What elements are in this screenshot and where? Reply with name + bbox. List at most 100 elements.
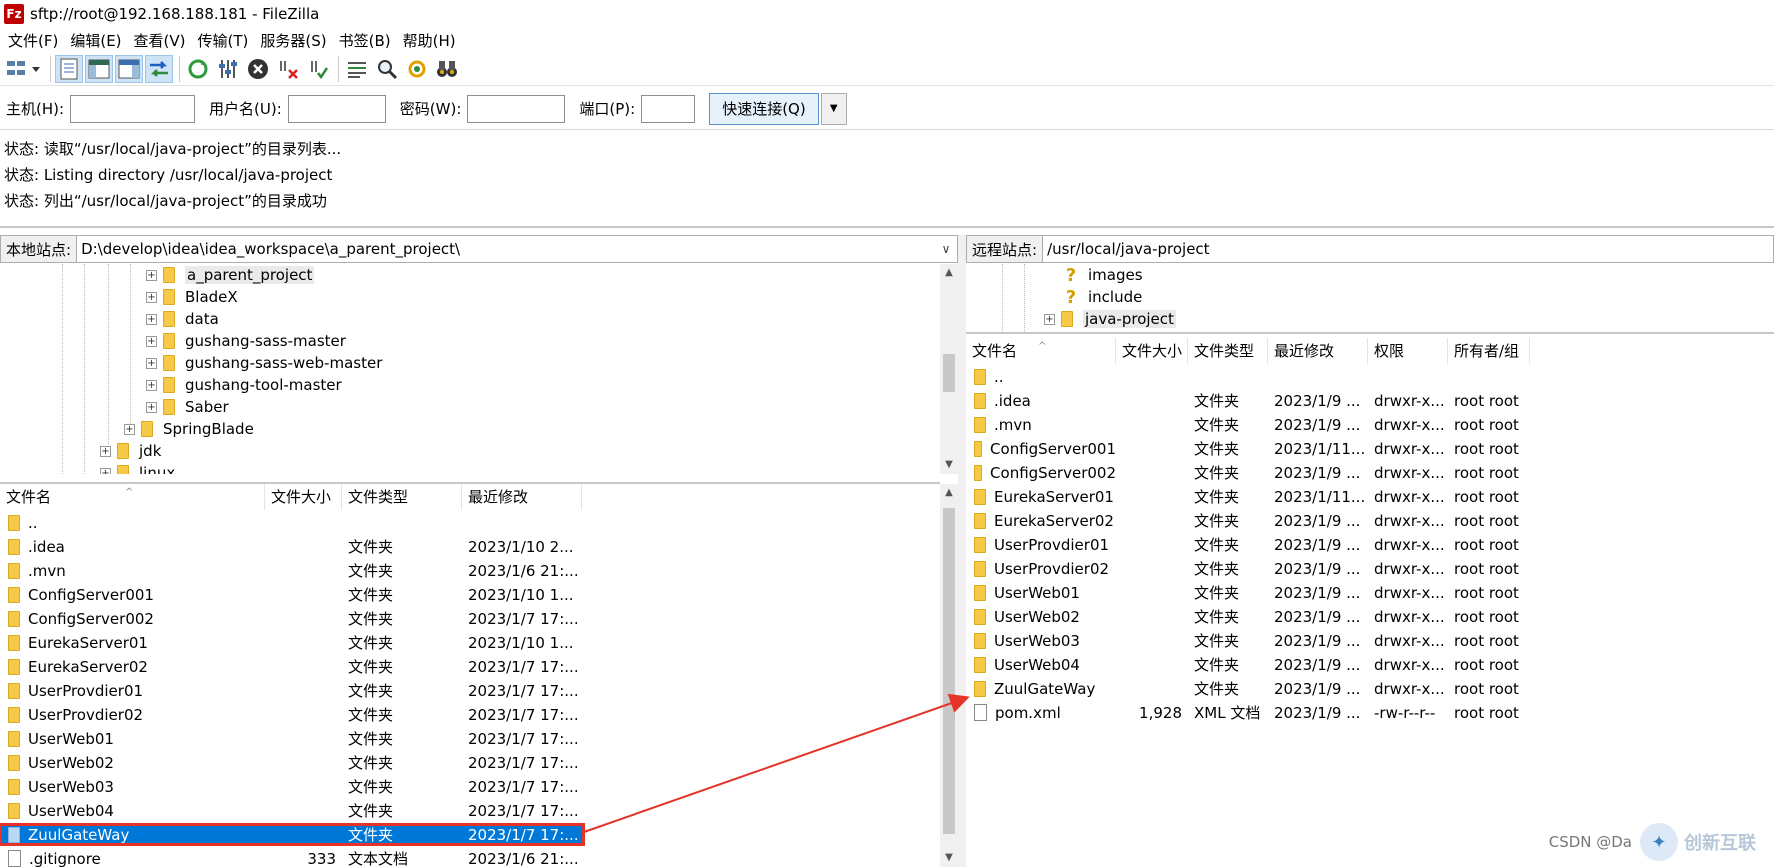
column-permissions[interactable]: 权限 [1368,338,1448,364]
expand-icon[interactable]: + [124,423,135,435]
expand-icon[interactable]: + [146,269,157,281]
menu-file[interactable]: 文件(F) [2,30,64,51]
column-filetype[interactable]: 文件类型 [1188,338,1268,364]
local-tree-item[interactable]: + Saber [146,396,229,418]
local-tree-item[interactable]: + jdk [100,440,161,462]
table-row[interactable]: UserProvdier02 文件夹 2023/1/9 ... drwxr-x... r… [966,558,1774,579]
table-row[interactable]: EurekaServer02 文件夹 2023/1/9 ... drwxr-x... r… [966,510,1774,531]
pane-splitter[interactable] [958,235,966,867]
toggle-remote-tree-icon[interactable] [115,54,143,83]
local-tree-item[interactable]: + gushang-tool-master [146,374,342,396]
remote-tree-item[interactable]: ? include [1062,286,1143,308]
local-tree-scrollbar[interactable]: ▲ ▼ [940,264,958,474]
table-row[interactable]: .. [966,366,1774,387]
toggle-local-tree-icon[interactable] [85,54,113,83]
sync-browse-icon[interactable] [403,55,431,83]
table-row[interactable]: UserWeb01 文件夹 2023/1/7 17:... [0,728,940,749]
table-row[interactable]: .mvn 文件夹 2023/1/6 21:... [0,560,940,581]
local-path-input[interactable]: D:\develop\idea\idea_workspace\a_parent_… [77,240,935,258]
menu-edit[interactable]: 编辑(E) [64,30,127,51]
table-row[interactable]: UserProvdier01 文件夹 2023/1/9 ... drwxr-x... r… [966,534,1774,555]
local-tree-item[interactable]: + BladeX [146,286,238,308]
column-filesize[interactable]: 文件大小 [1116,338,1188,364]
host-input[interactable] [70,94,196,123]
username-input[interactable] [287,94,386,123]
table-row[interactable]: pom.xml 1,928 XML 文档 2023/1/9 ... -rw-r--r--… [966,702,1774,723]
menu-view[interactable]: 查看(V) [128,30,192,51]
expand-icon[interactable]: + [1044,313,1055,325]
menu-bookmarks[interactable]: 书签(B) [333,30,397,51]
directory-filter-icon[interactable] [343,55,371,83]
table-row[interactable]: EurekaServer02 文件夹 2023/1/7 17:... [0,656,940,677]
menu-help[interactable]: 帮助(H) [397,30,462,51]
expand-icon[interactable]: + [146,379,157,391]
table-row[interactable]: ConfigServer002 文件夹 2023/1/7 17:... [0,608,940,629]
table-row[interactable]: UserWeb03 文件夹 2023/1/9 ... drwxr-x... root r… [966,630,1774,651]
table-row[interactable]: .idea 文件夹 2023/1/10 2... [0,536,940,557]
table-row[interactable]: .. [0,512,940,533]
table-row[interactable]: .idea 文件夹 2023/1/9 ... drwxr-x... root root [966,390,1774,411]
local-tree-item[interactable]: + data [146,308,219,330]
local-tree-item[interactable]: + gushang-sass-master [146,330,346,352]
table-row[interactable]: ZuulGateWay 文件夹 2023/1/7 17:... [0,823,585,846]
remote-path-input[interactable]: /usr/local/java-project [1043,240,1773,258]
site-manager-icon[interactable] [4,55,44,83]
column-filename[interactable]: 文件名 ^ [966,338,1116,364]
expand-icon[interactable]: + [146,357,157,369]
password-input[interactable] [467,94,566,123]
refresh-icon[interactable] [184,55,212,83]
quickconnect-history-dropdown[interactable]: ▼ [820,92,847,125]
compare-dirs-binoculars-icon[interactable] [433,55,461,83]
toggle-log-icon[interactable] [55,54,83,83]
scroll-down-icon[interactable]: ▼ [940,849,958,867]
column-filename[interactable]: 文件名 ^ [0,484,265,510]
table-row[interactable]: .gitignore 333 文本文档 2023/1/6 21:... [0,848,940,867]
expand-icon[interactable]: + [146,291,157,303]
column-owner-group[interactable]: 所有者/组 [1448,338,1530,364]
column-filesize[interactable]: 文件大小 [265,484,342,510]
expand-icon[interactable]: + [100,467,111,474]
table-row[interactable]: UserWeb02 文件夹 2023/1/9 ... drwxr-x... root r… [966,606,1774,627]
column-modified[interactable]: 最近修改 [1268,338,1368,364]
table-row[interactable]: UserWeb02 文件夹 2023/1/7 17:... [0,752,940,773]
reconnect-icon[interactable] [304,55,332,83]
scrollbar-thumb[interactable] [943,508,955,834]
column-modified[interactable]: 最近修改 [462,484,582,510]
table-row[interactable]: ConfigServer001 文件夹 2023/1/10 1... [0,584,940,605]
toggle-transfer-queue-icon[interactable] [145,54,173,83]
expand-icon[interactable]: + [146,401,157,413]
table-row[interactable]: UserProvdier02 文件夹 2023/1/7 17:... [0,704,940,725]
column-filetype[interactable]: 文件类型 [342,484,462,510]
table-row[interactable]: UserWeb03 文件夹 2023/1/7 17:... [0,776,940,797]
process-queue-icon[interactable] [214,55,242,83]
table-row[interactable]: EurekaServer01 文件夹 2023/1/10 1... [0,632,940,653]
table-row[interactable]: .mvn 文件夹 2023/1/9 ... drwxr-x... root root [966,414,1774,435]
local-tree-item[interactable]: + SpringBlade [124,418,254,440]
table-row[interactable]: ConfigServer002 文件夹 2023/1/9 ... drwxr-x...… [966,462,1774,483]
table-row[interactable]: EurekaServer01 文件夹 2023/1/11... drwxr-x... r… [966,486,1774,507]
scrollbar-thumb[interactable] [943,354,955,392]
local-tree-item[interactable]: + gushang-sass-web-master [146,352,382,374]
remote-tree-item[interactable]: + java-project [1044,308,1176,330]
expand-icon[interactable]: + [146,335,157,347]
table-row[interactable]: UserWeb04 文件夹 2023/1/9 ... drwxr-x... root r… [966,654,1774,675]
expand-icon[interactable]: + [146,313,157,325]
local-tree-item[interactable]: + linux [100,462,175,474]
table-row[interactable]: ZuulGateWay 文件夹 2023/1/9 ... drwxr-x... root… [966,678,1774,699]
quickconnect-button[interactable]: 快速连接(Q) [709,92,819,125]
menu-transfer[interactable]: 传输(T) [192,30,255,51]
search-icon[interactable] [373,55,401,83]
disconnect-icon[interactable] [274,55,302,83]
scroll-down-icon[interactable]: ▼ [940,456,958,474]
table-row[interactable]: UserWeb01 文件夹 2023/1/9 ... drwxr-x... root r… [966,582,1774,603]
expand-icon[interactable]: + [100,445,111,457]
table-row[interactable]: UserWeb04 文件夹 2023/1/7 17:... [0,800,940,821]
remote-tree-item[interactable]: ? images [1062,264,1143,286]
local-tree-item[interactable]: + a_parent_project [146,264,315,286]
local-list-scrollbar[interactable]: ▲ ▼ [940,484,958,867]
menu-server[interactable]: 服务器(S) [254,30,332,51]
cancel-operation-icon[interactable] [244,55,272,83]
table-row[interactable]: UserProvdier01 文件夹 2023/1/7 17:... [0,680,940,701]
scroll-up-icon[interactable]: ▲ [940,264,958,282]
table-row[interactable]: ConfigServer001 文件夹 2023/1/11... drwxr-x...… [966,438,1774,459]
